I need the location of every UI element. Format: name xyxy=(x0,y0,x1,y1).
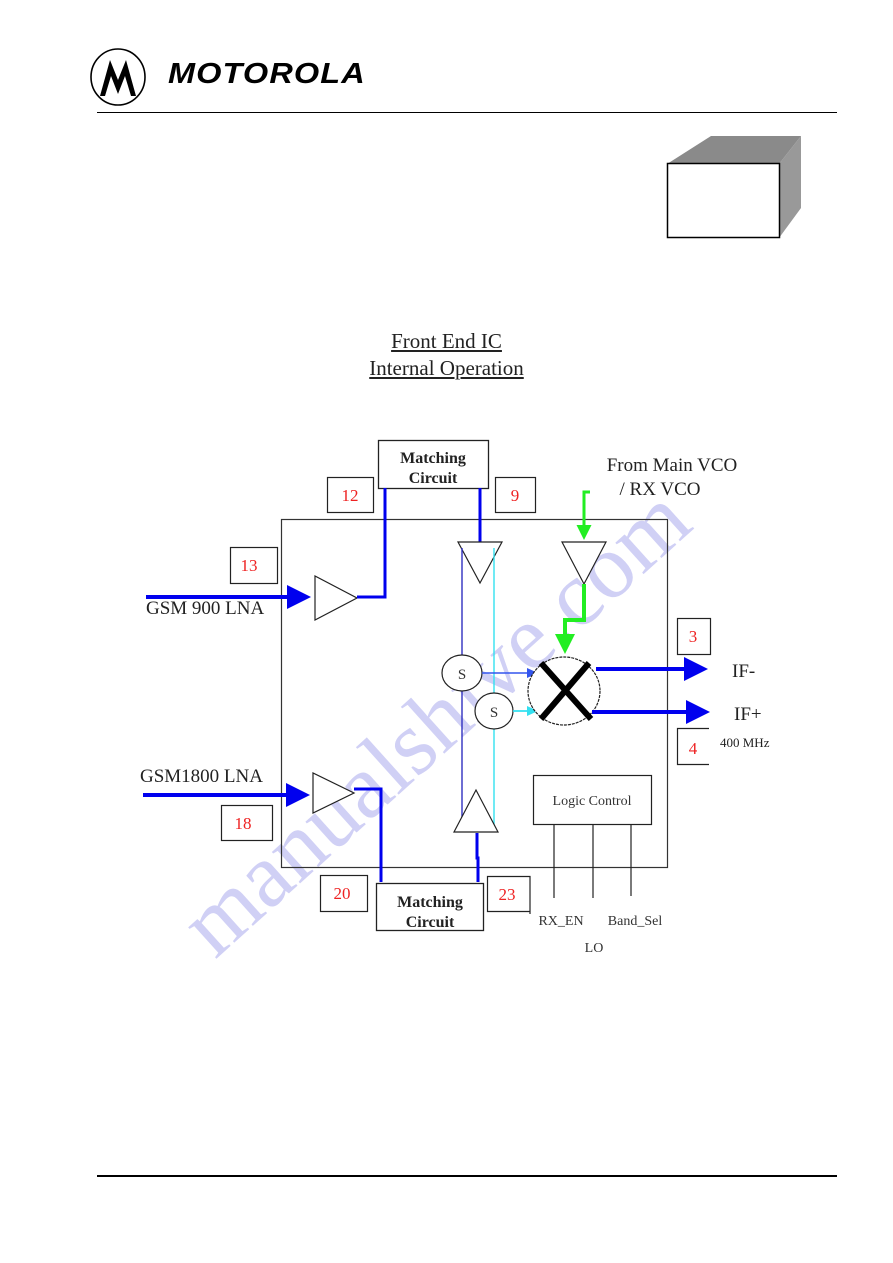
bottom-matching-to-buffer-wire xyxy=(475,833,480,882)
pin-23: 23 xyxy=(486,875,531,914)
matching-top-line1: Matching xyxy=(400,450,466,467)
front-end-ic-diagram: manualshive.com Matching Circuit 12 9 13… xyxy=(140,439,770,975)
rx-en-label: RX_EN xyxy=(538,914,583,929)
switch-1: S xyxy=(441,654,483,692)
pin-18: 18 xyxy=(220,804,274,842)
top-buffer-amplifier-icon xyxy=(456,541,504,585)
matching-circuit-top: Matching Circuit xyxy=(377,439,490,490)
svg-text:18: 18 xyxy=(235,814,252,833)
mixer-icon xyxy=(527,656,601,726)
gsm900-label: GSM 900 LNA xyxy=(146,598,265,619)
svg-text:23: 23 xyxy=(499,885,516,904)
svg-text:Logic Control: Logic Control xyxy=(553,794,632,809)
matching-top-line2: Circuit xyxy=(409,470,458,487)
if-frequency-label: 400 MHz xyxy=(720,735,770,750)
gsm900-lna-amplifier-icon xyxy=(314,575,359,621)
gsm1800-label: GSM1800 LNA xyxy=(140,766,263,787)
svg-text:9: 9 xyxy=(511,486,520,505)
svg-text:20: 20 xyxy=(334,884,351,903)
vco-label-line2: / RX VCO xyxy=(620,479,701,500)
logic-control-block: Logic Control xyxy=(532,774,653,826)
matching-bottom-line1: Matching xyxy=(397,894,463,911)
svg-text:S: S xyxy=(490,705,498,721)
svg-text:S: S xyxy=(458,667,466,683)
vco-label-line1: From Main VCO xyxy=(607,455,738,476)
matching-bottom-line2: Circuit xyxy=(406,914,455,931)
pin-3: 3 xyxy=(676,617,712,656)
svg-text:4: 4 xyxy=(689,739,698,758)
svg-text:12: 12 xyxy=(342,486,359,505)
pin-12: 12 xyxy=(326,476,375,514)
footer-divider xyxy=(97,1175,837,1177)
svg-text:13: 13 xyxy=(241,556,258,575)
band-sel-label: Band_Sel xyxy=(608,914,663,929)
if-plus-label: IF+ xyxy=(734,704,762,725)
pin-4: 4 xyxy=(676,727,709,766)
pin-20: 20 xyxy=(319,874,369,913)
pin-9: 9 xyxy=(494,476,537,514)
lo-label: LO xyxy=(585,941,604,956)
pin-13: 13 xyxy=(229,546,279,585)
if-minus-label: IF- xyxy=(732,661,755,682)
svg-text:3: 3 xyxy=(689,627,698,646)
matching-circuit-bottom: Matching Circuit xyxy=(375,882,485,932)
bottom-buffer-amplifier-icon xyxy=(453,788,499,833)
switch-2: S xyxy=(474,692,514,730)
